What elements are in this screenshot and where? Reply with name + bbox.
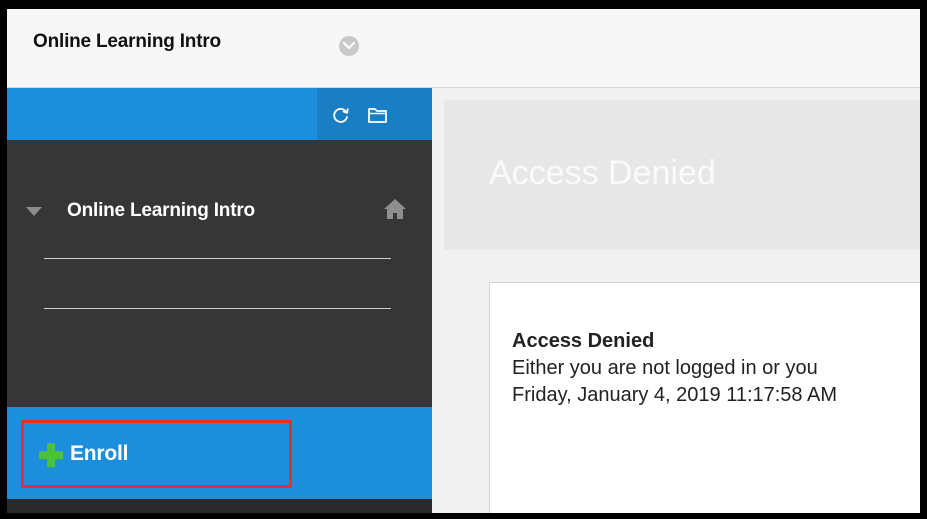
course-menu-title[interactable]: Online Learning Intro — [67, 200, 255, 222]
plus-icon — [38, 442, 64, 473]
message-timestamp: Friday, January 4, 2019 11:17:58 AM — [512, 384, 838, 406]
sidebar-footer — [7, 499, 432, 513]
menu-divider — [44, 308, 391, 309]
refresh-icon[interactable] — [331, 105, 351, 130]
menu-divider — [44, 258, 391, 259]
main-content: Access Denied Access Denied Either you a… — [432, 88, 920, 513]
message-text: Either you are not logged in or you — [512, 357, 818, 379]
page-title: Access Denied — [489, 154, 716, 192]
message-panel: Access Denied Either you are not logged … — [489, 282, 920, 513]
enroll-label: Enroll — [70, 442, 129, 465]
course-title[interactable]: Online Learning Intro — [33, 31, 221, 53]
folder-icon[interactable] — [367, 105, 389, 130]
enroll-button[interactable]: Enroll — [21, 420, 292, 488]
sidebar-tools — [317, 88, 432, 140]
app-window: Online Learning Intro Online Learning In… — [7, 9, 920, 513]
collapse-triangle-icon[interactable] — [25, 205, 43, 223]
course-header: Online Learning Intro — [7, 9, 920, 88]
message-title: Access Denied — [512, 330, 655, 352]
home-icon[interactable] — [383, 198, 407, 225]
chevron-down-icon[interactable] — [339, 36, 359, 56]
course-menu-sidebar: Online Learning Intro Enroll — [7, 88, 432, 513]
